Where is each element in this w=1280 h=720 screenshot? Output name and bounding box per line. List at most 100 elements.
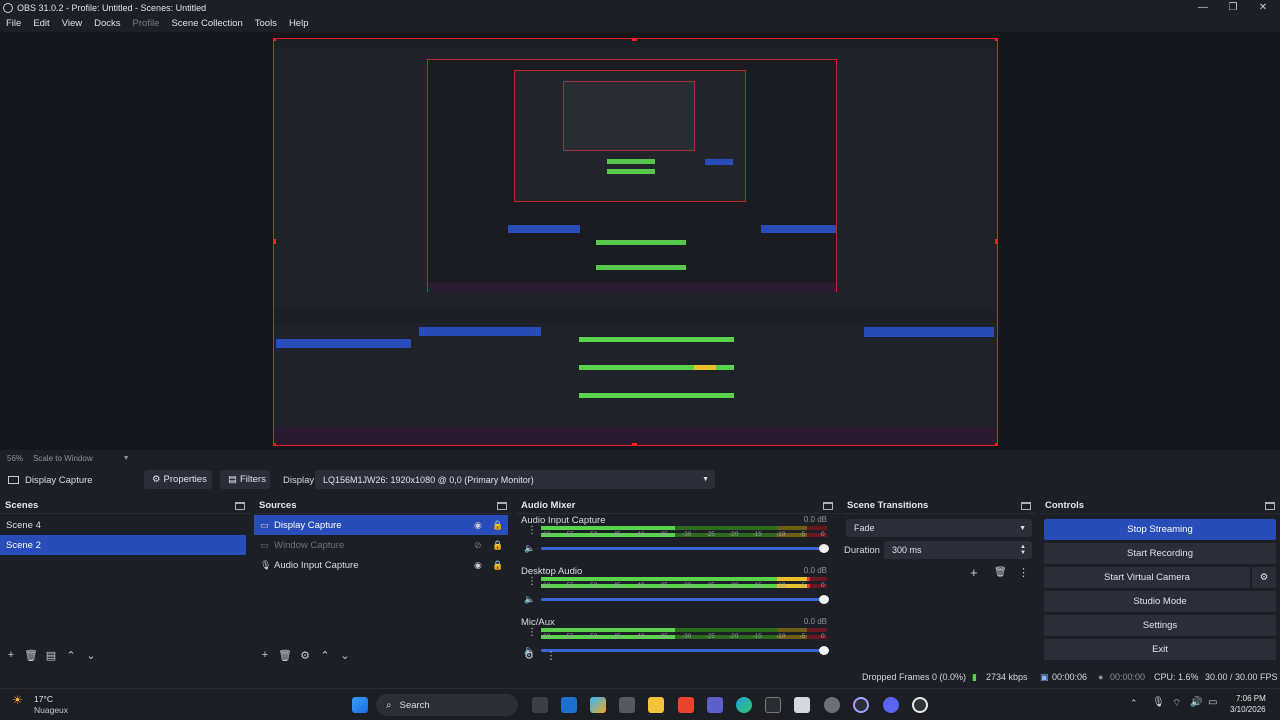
menu-view[interactable]: View [56,18,88,29]
menu-file[interactable]: File [0,18,27,29]
battery-icon[interactable]: ▭ [1208,697,1217,708]
lock-icon[interactable]: 🔒 [492,560,503,571]
add-icon[interactable]: + [4,648,18,662]
wifi-icon[interactable]: ⌔ [1172,697,1181,710]
speaker-icon[interactable]: 🔈 [524,594,535,605]
source-item-display-capture[interactable]: ▭ Display Capture ◉ 🔒 [254,515,508,535]
scene-item[interactable]: Scene 2 [0,535,246,555]
display-select[interactable]: LQ156M1JW26: 1920x1080 @ 0,0 (Primary Mo… [315,470,715,489]
windows-start-icon[interactable] [352,697,368,713]
move-up-icon[interactable]: ⌃ [318,648,332,662]
volume-slider[interactable] [541,544,829,553]
volume-knob[interactable] [819,544,829,553]
settings-button[interactable]: Settings [1044,615,1276,636]
filters-button[interactable]: ▤ Filters [220,470,270,489]
chevron-down-icon[interactable]: ▼ [123,455,130,462]
menu-help[interactable]: Help [283,18,315,29]
lock-icon[interactable]: 🔒 [492,540,503,551]
volume-icon[interactable]: 🔊 [1190,697,1202,708]
start-recording-button[interactable]: Start Recording [1044,543,1276,564]
menu-docks[interactable]: Docks [88,18,126,29]
resize-handle[interactable] [274,239,276,244]
source-item-window-capture[interactable]: ▭ Window Capture ⊘ 🔒 [254,535,512,555]
resize-handle[interactable] [995,239,997,244]
start-virtual-camera-button[interactable]: Start Virtual Camera [1044,567,1250,588]
duration-spinbox[interactable]: 300 ms ▲ ▼ [884,541,1032,559]
move-down-icon[interactable]: ⌄ [84,648,98,662]
obs-icon[interactable] [912,697,928,713]
resize-handle[interactable] [274,443,276,445]
resize-handle[interactable] [632,443,637,445]
add-icon[interactable]: + [258,648,272,662]
taskbar-search[interactable]: ⌕ Search [376,694,518,716]
task-view-icon[interactable] [532,697,548,713]
scale-mode-select[interactable]: Scale to Window [33,454,93,463]
file-explorer-icon[interactable] [648,697,664,713]
mic-tray-icon[interactable]: 🎙 [1152,697,1165,708]
menu-profile[interactable]: Profile [127,18,166,29]
preview-canvas[interactable] [273,38,998,446]
store-icon[interactable] [619,697,635,713]
edge-icon[interactable] [736,697,752,713]
notepad-icon[interactable] [794,697,810,713]
settings-icon[interactable] [824,697,840,713]
kebab-menu-icon[interactable]: ⋮ [527,627,537,638]
trash-icon[interactable]: 🗑 [278,648,292,662]
eye-icon[interactable]: ◉ [474,520,482,531]
scene-item[interactable]: Scene 4 [0,515,250,535]
properties-button[interactable]: ⚙ Properties [144,470,212,489]
resize-handle[interactable] [995,39,997,41]
trash-icon[interactable]: 🗑 [994,567,1007,578]
preview-area[interactable] [0,32,1280,450]
transition-select[interactable]: Fade ▼ [846,519,1032,537]
maximize-button[interactable]: ❐ [1218,0,1248,15]
exit-button[interactable]: Exit [1044,639,1276,660]
eye-hidden-icon[interactable]: ⊘ [474,540,482,551]
kebab-menu-icon[interactable]: ⋮ [527,576,537,587]
discord-icon[interactable] [883,697,899,713]
eye-icon[interactable]: ◉ [474,560,482,571]
undock-icon[interactable] [1265,501,1275,510]
app-circle-icon[interactable] [853,697,869,713]
studio-mode-button[interactable]: Studio Mode [1044,591,1276,612]
move-up-icon[interactable]: ⌃ [64,648,78,662]
undock-icon[interactable] [1021,501,1031,510]
kebab-menu-icon[interactable]: ⋮ [527,525,537,536]
menu-scene-collection[interactable]: Scene Collection [165,18,248,29]
chevron-up-icon[interactable]: ⌃ [1130,698,1138,709]
lock-icon[interactable]: 🔒 [492,520,503,531]
brave-icon[interactable] [678,697,694,713]
move-down-icon[interactable]: ⌄ [338,648,352,662]
volume-slider[interactable] [541,595,829,604]
weather-temp[interactable]: 17°C [34,694,53,704]
kebab-menu-icon[interactable]: ⋮ [544,648,558,662]
undock-icon[interactable] [497,501,507,510]
copilot-icon[interactable] [590,697,606,713]
clock-time[interactable]: 7:06 PM [1236,694,1266,703]
app-icon[interactable] [765,697,781,713]
trash-icon[interactable]: 🗑 [24,648,38,662]
close-button[interactable]: ✕ [1248,0,1278,15]
resize-handle[interactable] [632,39,637,41]
undock-icon[interactable] [823,501,833,510]
spin-arrows-icon[interactable]: ▲ ▼ [1020,544,1026,556]
add-icon[interactable]: + [970,565,978,580]
menu-edit[interactable]: Edit [27,18,55,29]
resize-handle[interactable] [995,443,997,445]
menu-tools[interactable]: Tools [249,18,283,29]
speaker-icon[interactable]: 🔈 [524,543,535,554]
volume-knob[interactable] [819,595,829,604]
resize-handle[interactable] [274,39,276,41]
virtual-camera-settings-button[interactable]: ⚙ [1252,567,1276,588]
undock-icon[interactable] [235,501,245,510]
stop-streaming-button[interactable]: Stop Streaming [1044,519,1276,540]
weather-desc[interactable]: Nuageux [34,705,68,715]
gear-icon[interactable]: ⚙ [298,648,312,662]
filter-icon[interactable]: ▤ [44,648,58,662]
gear-icon[interactable]: ⚙ [522,648,536,662]
minimize-button[interactable]: — [1188,0,1218,15]
source-item-audio-input[interactable]: 🎙 Audio Input Capture ◉ 🔒 [254,555,512,575]
outlook-icon[interactable] [561,697,577,713]
teams-icon[interactable] [707,697,723,713]
clock-date[interactable]: 3/10/2026 [1230,705,1266,714]
